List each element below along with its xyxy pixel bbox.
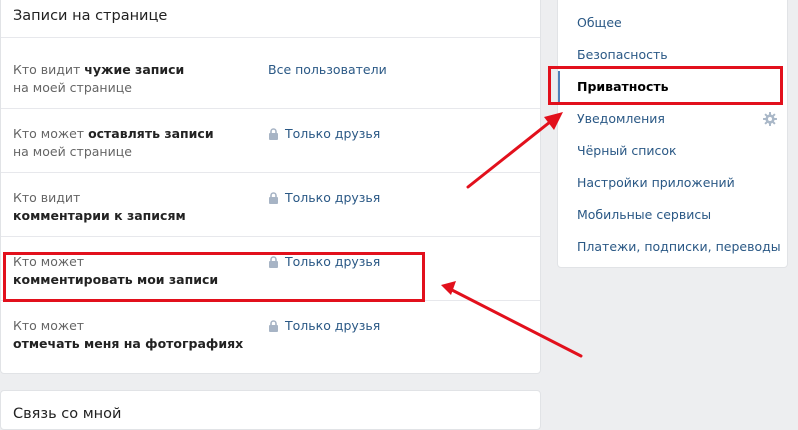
arrow-line-to-privacy	[466, 116, 557, 189]
arrowhead-icon	[441, 281, 456, 295]
annotation-arrows	[441, 112, 583, 358]
arrow-line-to-comments	[448, 287, 583, 358]
arrowhead-icon	[544, 112, 563, 130]
